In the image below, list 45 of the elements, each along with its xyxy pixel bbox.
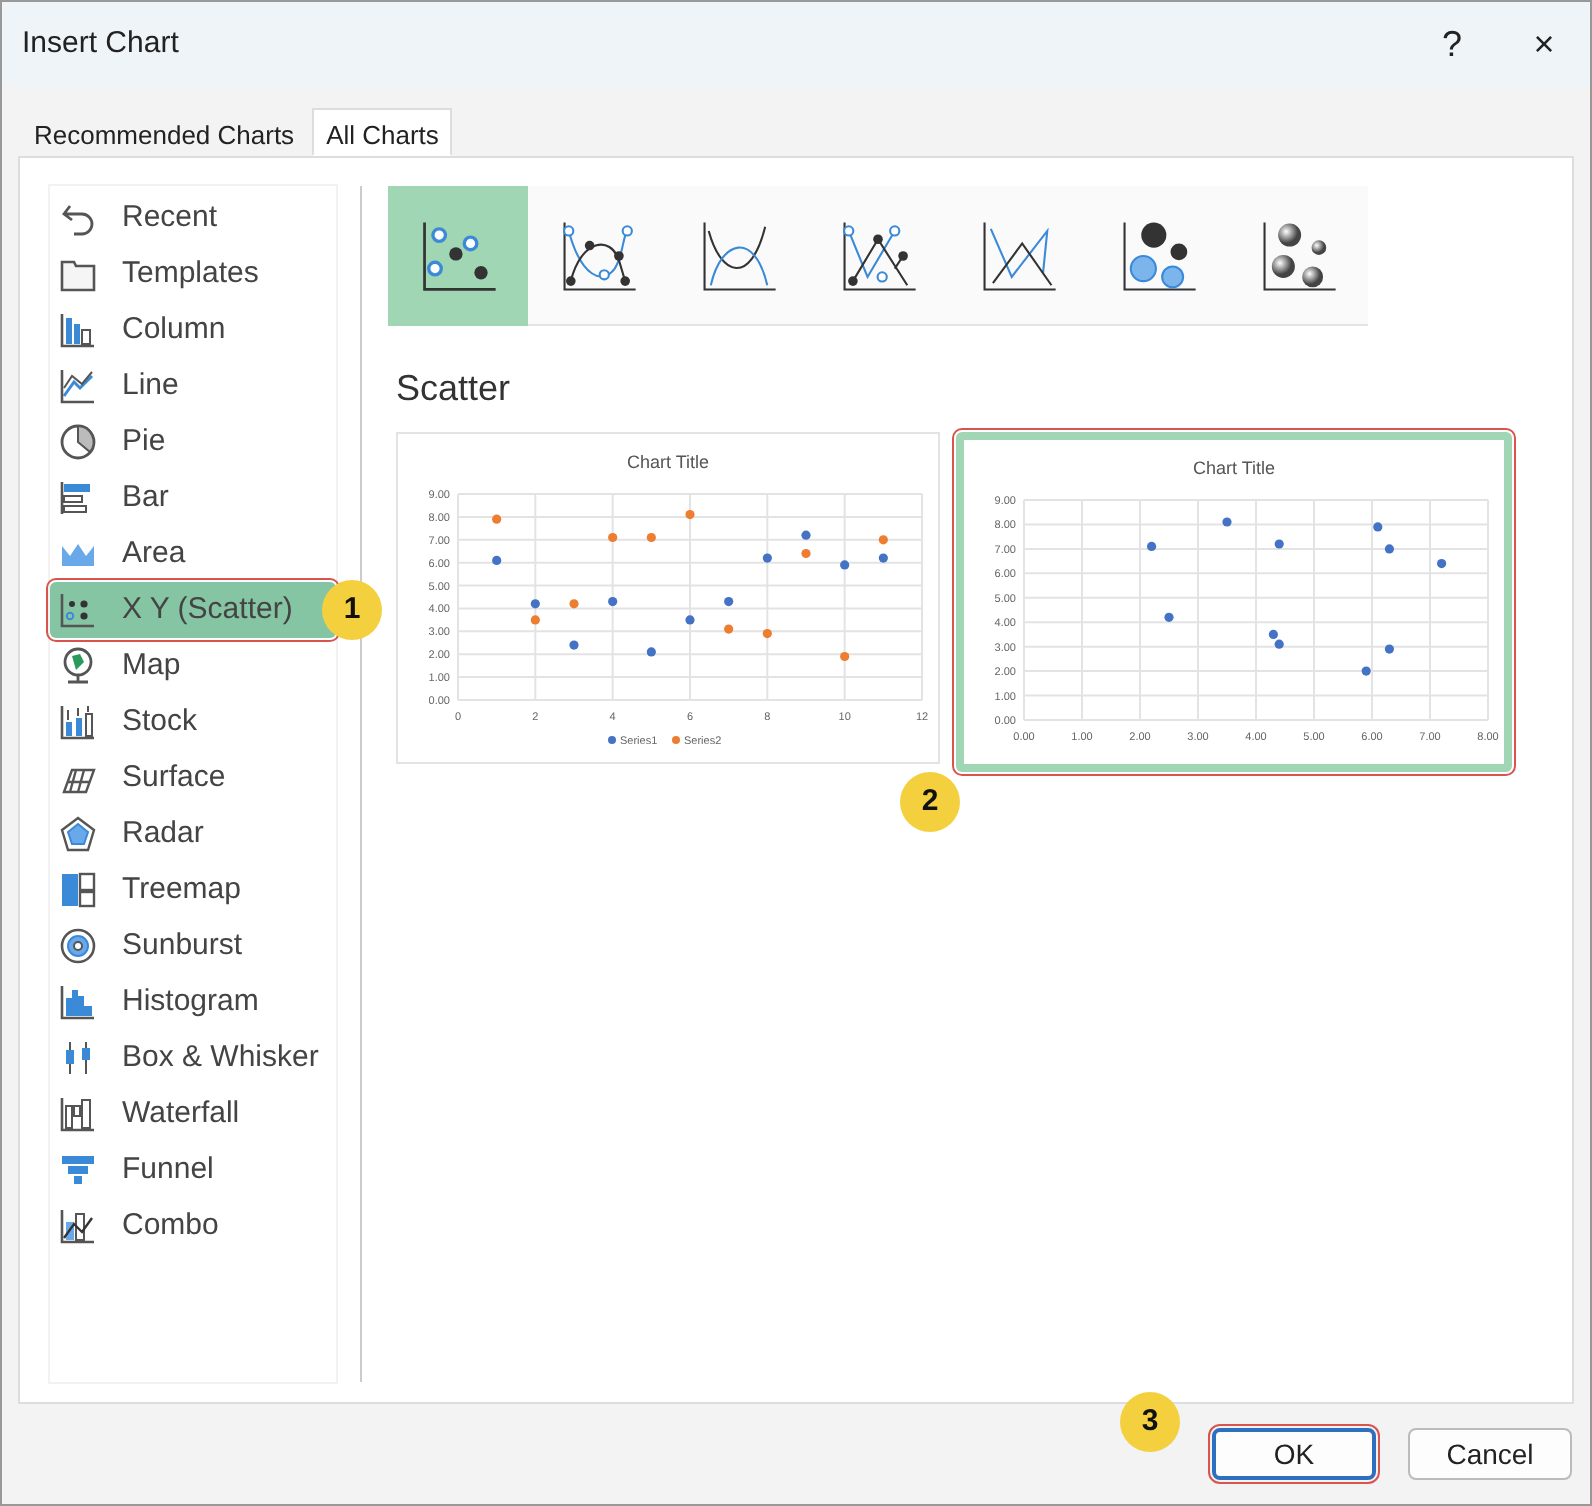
- dialog-button[interactable]: Cancel: [1408, 1428, 1572, 1480]
- sunburst-icon: [58, 926, 98, 966]
- chart-type-item[interactable]: Box & Whisker: [50, 1030, 336, 1086]
- chart-type-item[interactable]: Column: [50, 302, 336, 358]
- chart-type-item[interactable]: X Y (Scatter): [50, 582, 336, 638]
- chart-type-item[interactable]: Sunburst: [50, 918, 336, 974]
- step-number: 1: [322, 580, 382, 640]
- chart-type-item[interactable]: Map: [50, 638, 336, 694]
- pie-chart-icon: [58, 422, 98, 462]
- chart-type-item[interactable]: Line: [50, 358, 336, 414]
- close-button[interactable]: ×: [1498, 4, 1590, 84]
- combo-chart-icon: [58, 1206, 98, 1246]
- chart-type-item[interactable]: Area: [50, 526, 336, 582]
- stock-chart-icon: [58, 702, 98, 742]
- chart-type-item[interactable]: Pie: [50, 414, 336, 470]
- chart-type-item[interactable]: Bar: [50, 470, 336, 526]
- chart-title: Chart Title: [627, 452, 709, 472]
- chart-type-item[interactable]: Surface: [50, 750, 336, 806]
- step-number: 2: [900, 772, 960, 832]
- dialog-button[interactable]: OK: [1212, 1428, 1376, 1480]
- chart-type-item[interactable]: Radar: [50, 806, 336, 862]
- radar-chart-icon: [58, 814, 98, 854]
- treemap-icon: [58, 870, 98, 910]
- window-title: Insert Chart: [22, 23, 181, 64]
- chart-type-item[interactable]: Histogram: [50, 974, 336, 1030]
- step-number: 3: [1120, 1392, 1180, 1452]
- chart-type-item[interactable]: Waterfall: [50, 1086, 336, 1142]
- waterfall-chart-icon: [58, 1094, 98, 1134]
- globe-icon: [58, 646, 98, 686]
- line-chart-icon: [58, 366, 98, 406]
- chart-subtype-button[interactable]: [388, 186, 528, 326]
- help-button[interactable]: ?: [1406, 4, 1498, 84]
- chart-type-item[interactable]: Treemap: [50, 862, 336, 918]
- chart-type-item[interactable]: Funnel: [50, 1142, 336, 1198]
- scatter-chart-icon: [58, 590, 98, 630]
- section-title: Scatter: [394, 366, 513, 412]
- chart-type-item[interactable]: Recent: [50, 190, 336, 246]
- chart-title: Chart Title: [1193, 458, 1275, 478]
- column-chart-icon: [58, 310, 98, 350]
- chart-type-item[interactable]: Combo: [50, 1198, 336, 1254]
- funnel-icon: [58, 1150, 98, 1190]
- chart-type-item[interactable]: Templates: [50, 246, 336, 302]
- histogram-icon: [58, 982, 98, 1022]
- tab[interactable]: All Charts: [312, 108, 453, 156]
- chart-type-item[interactable]: Stock: [50, 694, 336, 750]
